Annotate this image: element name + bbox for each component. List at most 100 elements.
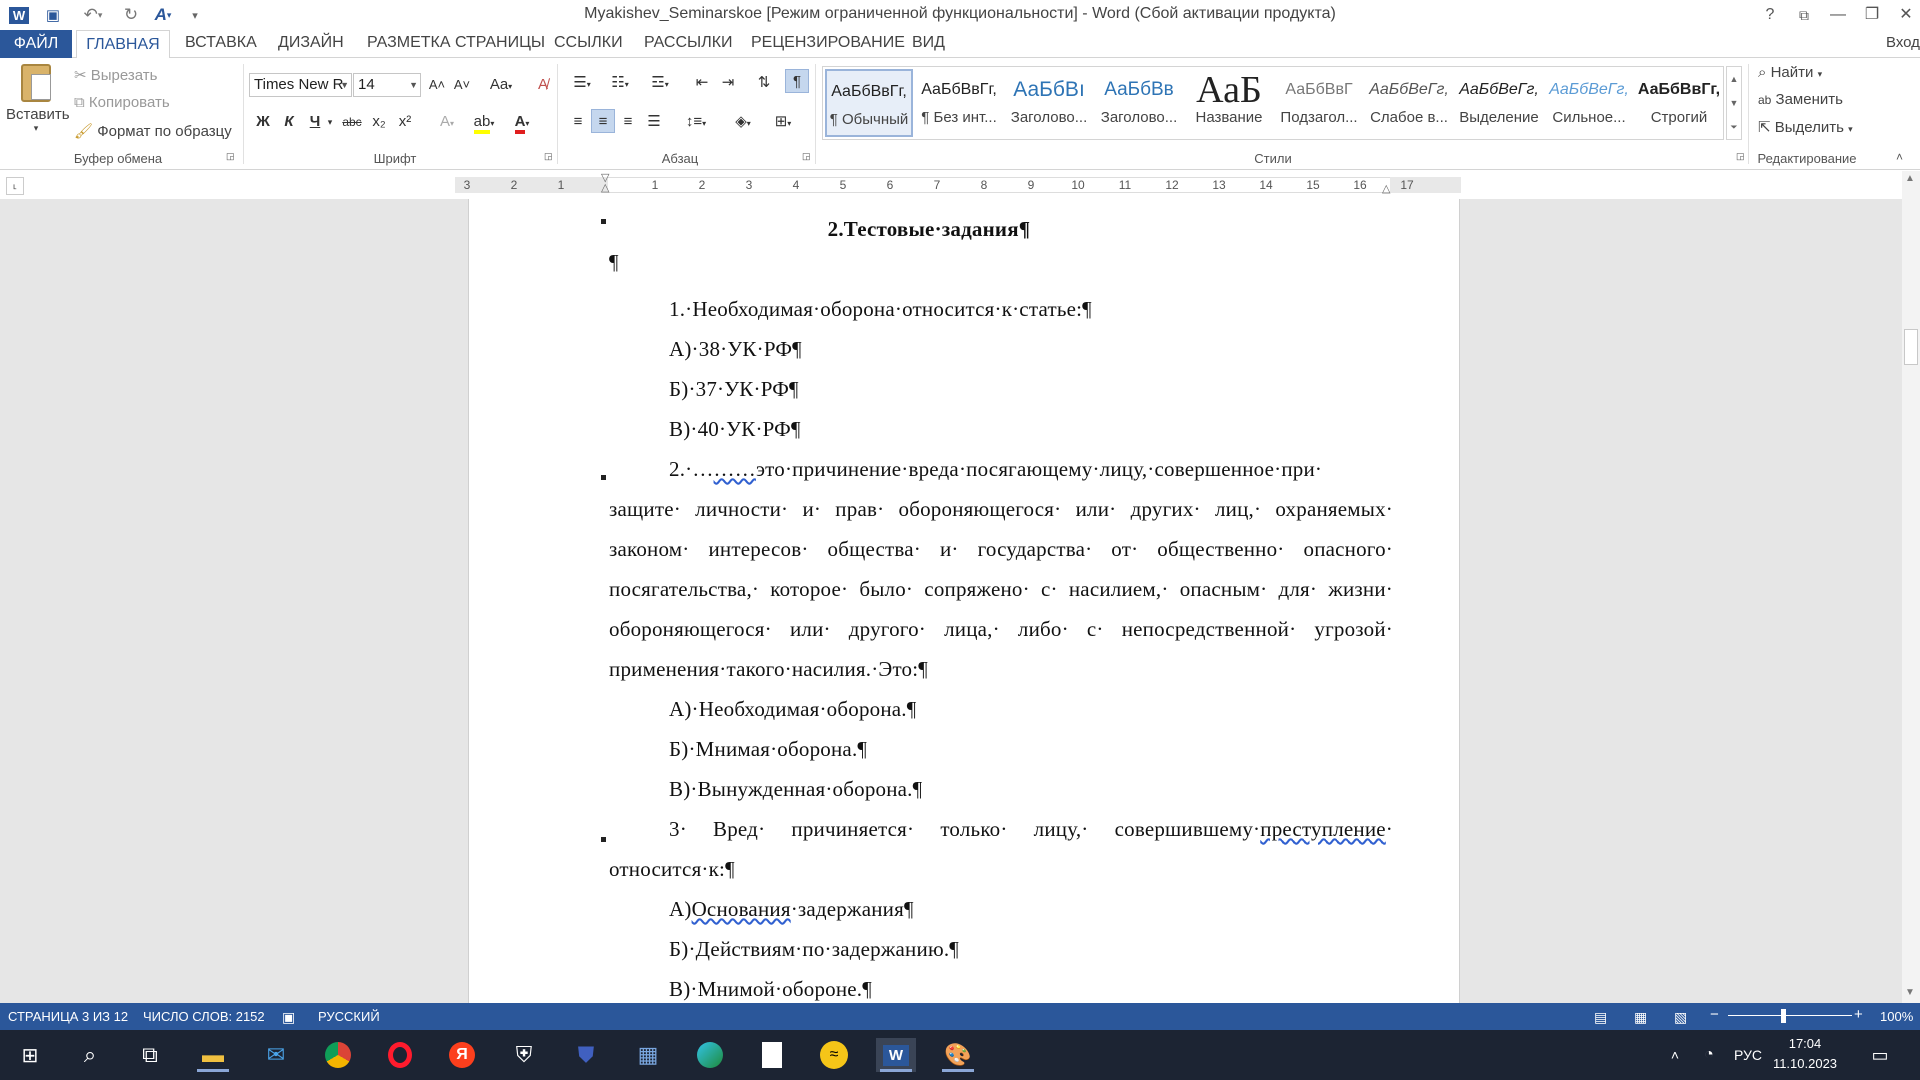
clipboard-launcher-icon[interactable]: ◲ xyxy=(226,151,235,162)
replace-button[interactable]: ab Заменить xyxy=(1758,91,1843,108)
style-heading-1[interactable]: АаБбВı Заголово... xyxy=(1005,69,1093,137)
style-normal[interactable]: АаБбВвГг, ¶ Обычный xyxy=(825,69,913,137)
align-left-button[interactable]: ≡ xyxy=(566,110,590,134)
style-title[interactable]: АаБ Название xyxy=(1185,69,1273,137)
select-button[interactable]: ⇱ Выделить ▾ xyxy=(1758,118,1853,136)
tab-references[interactable]: ССЫЛКИ xyxy=(554,34,623,52)
language-indicator[interactable]: РУССКИЙ xyxy=(318,1009,380,1024)
scroll-thumb[interactable] xyxy=(1904,329,1918,365)
align-center-button[interactable]: ≡ xyxy=(591,109,615,133)
decrease-indent-button[interactable]: ⇤ xyxy=(690,71,714,95)
font-color-button[interactable]: A▾ xyxy=(505,110,539,134)
tab-design[interactable]: ДИЗАЙН xyxy=(278,34,344,52)
styles-scroll[interactable]: ▲ ▼ ⏷ xyxy=(1726,66,1742,140)
style-subtitle[interactable]: АаБбВвГ Подзагол... xyxy=(1275,69,1363,137)
style-intense-emphasis[interactable]: АаБбВеГг, Сильное... xyxy=(1545,69,1633,137)
style-heading-2[interactable]: АаБбВв Заголово... xyxy=(1095,69,1183,137)
tab-mailings[interactable]: РАССЫЛКИ xyxy=(644,34,733,52)
tray-expand-icon[interactable]: ˄ xyxy=(1660,1038,1690,1072)
store-icon[interactable]: ▦ xyxy=(628,1038,668,1072)
zoom-slider[interactable] xyxy=(1728,1015,1852,1016)
windows-start-icon[interactable]: ⊞ xyxy=(10,1038,50,1072)
style-subtle-emphasis[interactable]: АаБбВеГг, Слабое в... xyxy=(1365,69,1453,137)
indent-marker[interactable]: ▽ △ xyxy=(601,173,609,194)
change-case-button[interactable]: Aa▾ xyxy=(484,73,518,97)
tab-layout[interactable]: РАЗМЕТКА СТРАНИЦЫ xyxy=(367,34,545,52)
grow-font-button[interactable]: A˄ xyxy=(425,73,449,97)
chrome-icon[interactable] xyxy=(318,1038,358,1072)
task-view-icon[interactable]: ⧉ xyxy=(130,1038,170,1072)
web-layout-icon[interactable]: ▧ xyxy=(1674,1009,1687,1026)
document-page[interactable]: 2.Тестовые·задания¶ ¶ 1.·Необходимая·обо… xyxy=(468,199,1460,1003)
tab-view[interactable]: ВИД xyxy=(912,34,945,52)
security-app-icon[interactable]: ⛊ xyxy=(566,1038,606,1072)
word-taskbar-icon[interactable]: W xyxy=(876,1038,916,1072)
underline-dropdown-icon[interactable]: ▾ xyxy=(324,110,336,134)
shrink-font-button[interactable]: A˅ xyxy=(450,73,474,97)
clock[interactable]: 17:04 11.10.2023 xyxy=(1760,1034,1850,1074)
subscript-button[interactable]: x₂ xyxy=(367,110,391,134)
vertical-scrollbar[interactable]: ▲ ▼ xyxy=(1902,171,1920,1003)
borders-button[interactable]: ⊞▾ xyxy=(766,110,800,134)
bold-button[interactable]: Ж xyxy=(251,110,275,134)
tab-insert[interactable]: ВСТАВКА xyxy=(185,34,257,52)
opera-icon[interactable] xyxy=(380,1038,420,1072)
shield-app-icon[interactable]: ⛨ xyxy=(504,1038,544,1072)
page-counter[interactable]: СТРАНИЦА 3 ИЗ 12 xyxy=(8,1009,128,1024)
italic-button[interactable]: К xyxy=(277,110,301,134)
network-icon[interactable]: ◔ xyxy=(1694,1038,1724,1072)
shading-button[interactable]: ◈▾ xyxy=(726,110,760,134)
text-effects-button[interactable]: A▾ xyxy=(430,110,464,134)
styles-launcher-icon[interactable]: ◲ xyxy=(1736,151,1745,162)
numbering-button[interactable]: ☷▾ xyxy=(603,71,637,95)
tab-home[interactable]: ГЛАВНАЯ xyxy=(76,30,170,59)
zoom-in-icon[interactable]: + xyxy=(1854,1006,1863,1023)
scroll-up-icon[interactable]: ▲ xyxy=(1905,173,1915,184)
print-layout-icon[interactable]: ▦ xyxy=(1634,1009,1647,1026)
font-launcher-icon[interactable]: ◲ xyxy=(544,151,553,162)
zoom-level[interactable]: 100% xyxy=(1880,1009,1913,1024)
word-count[interactable]: ЧИСЛО СЛОВ: 2152 xyxy=(143,1009,265,1024)
close-button[interactable]: ✕ xyxy=(1886,2,1920,28)
font-name-select[interactable]: Times New R ▼ xyxy=(249,73,352,97)
document-app-icon[interactable] xyxy=(752,1038,792,1072)
tab-review[interactable]: РЕЦЕНЗИРОВАНИЕ xyxy=(751,34,905,52)
show-marks-button[interactable]: ¶ xyxy=(785,69,809,93)
paste-button[interactable]: Вставить ▾ xyxy=(6,62,70,146)
highlight-button[interactable]: ab▾ xyxy=(467,110,501,134)
notifications-icon[interactable]: ▭ xyxy=(1862,1038,1898,1072)
copy-button[interactable]: ⧉ Копировать xyxy=(74,94,170,111)
yandex-browser-icon[interactable]: Я xyxy=(442,1038,482,1072)
zoom-out-icon[interactable]: − xyxy=(1710,1006,1719,1023)
paint-icon[interactable]: 🎨 xyxy=(938,1038,978,1072)
clear-format-icon[interactable]: A̸ xyxy=(531,73,555,97)
read-mode-icon[interactable]: ▤ xyxy=(1594,1009,1607,1026)
beeline-icon[interactable]: ≈ xyxy=(814,1038,854,1072)
mail-icon[interactable]: ✉ xyxy=(256,1038,296,1072)
strikethrough-button[interactable]: abc xyxy=(340,110,364,134)
format-painter-button[interactable]: 🖌 Формат по образцу xyxy=(74,122,232,140)
font-size-select[interactable]: 14 ▼ xyxy=(353,73,421,97)
scroll-down-icon[interactable]: ▼ xyxy=(1905,987,1915,998)
superscript-button[interactable]: x² xyxy=(393,110,417,134)
bullets-button[interactable]: ☰▾ xyxy=(565,71,599,95)
style-no-spacing[interactable]: АаБбВвГг, ¶ Без инт... xyxy=(915,69,1003,137)
sort-button[interactable]: ⇅ xyxy=(752,71,776,95)
increase-indent-button[interactable]: ⇥ xyxy=(716,71,740,95)
line-spacing-button[interactable]: ↕≡▾ xyxy=(679,110,713,134)
proofing-icon[interactable]: ▣ xyxy=(282,1009,295,1026)
sign-in-link[interactable]: Вход xyxy=(1886,34,1920,51)
align-right-button[interactable]: ≡ xyxy=(616,110,640,134)
find-button[interactable]: ⌕ Найти ▾ xyxy=(1758,64,1822,81)
style-strong[interactable]: АаБбВвГг, Строгий xyxy=(1635,69,1723,137)
paragraph-launcher-icon[interactable]: ◲ xyxy=(802,151,811,162)
style-emphasis[interactable]: АаБбВеГг, Выделение xyxy=(1455,69,1543,137)
right-indent-marker[interactable]: △ xyxy=(1382,182,1390,195)
cut-button[interactable]: ✂ Вырезать xyxy=(74,66,157,84)
zoom-thumb[interactable] xyxy=(1781,1009,1786,1023)
search-icon[interactable]: ⌕ xyxy=(70,1038,110,1072)
edge-icon[interactable] xyxy=(690,1038,730,1072)
justify-button[interactable]: ☰ xyxy=(642,110,666,134)
tab-file[interactable]: ФАЙЛ xyxy=(0,30,72,58)
collapse-ribbon-icon[interactable]: ˄ xyxy=(1896,150,1903,164)
